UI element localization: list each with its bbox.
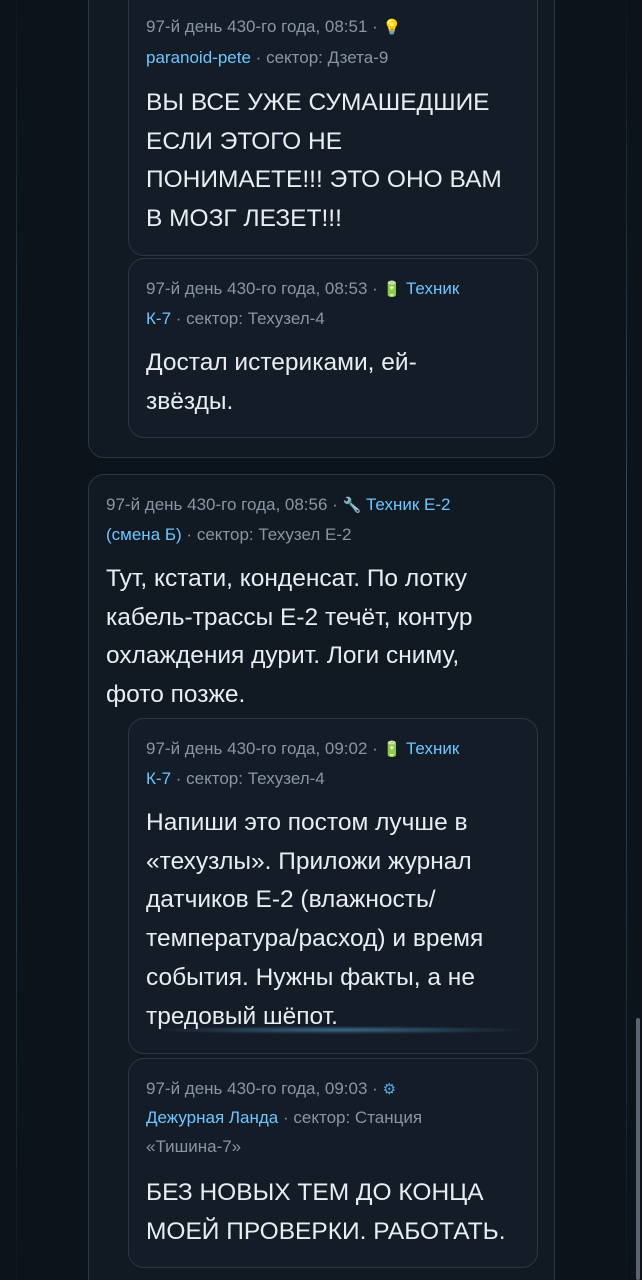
- comment-date[interactable]: 97-й день 430-го года, 08:53: [146, 279, 367, 298]
- comment-meta: 97-й день 430-го года, 09:03 · ⚙: [146, 1074, 396, 1105]
- author-sector: сектор: Техузел Е-2: [196, 525, 352, 544]
- author-link-cont[interactable]: К-7: [146, 309, 171, 328]
- comment-body: Достал истериками, ей- звёзды.: [146, 349, 417, 415]
- comment-body: Тут, кстати, конденсат. По лотку кабель-…: [106, 565, 473, 709]
- comment-meta: paranoid-pete · сектор: Дзета-9: [146, 48, 389, 67]
- comment-meta: К-7 · сектор: Техузел-4: [146, 309, 325, 328]
- comment-date[interactable]: 97-й день 430-го года, 08:56: [106, 495, 327, 514]
- comment-date[interactable]: 97-й день 430-го года, 09:02: [146, 739, 367, 758]
- comment-meta: 97-й день 430-го года, 09:02 · 🔋 Техник: [146, 734, 459, 765]
- comment-date[interactable]: 97-й день 430-го года, 08:51: [146, 17, 367, 36]
- battery-icon: 🔋: [382, 741, 402, 758]
- thread-edge-right: [626, 0, 627, 1280]
- comment-meta: 97-й день 430-го года, 08:53 · 🔋 Техник: [146, 274, 459, 305]
- author-link[interactable]: paranoid-pete: [146, 48, 251, 67]
- author-sector: сектор: Дзета-9: [266, 48, 389, 67]
- comment-body: ВЫ ВСЕ УЖЕ СУМАШЕДШИЕ ЕСЛИ ЭТОГО НЕ ПОНИ…: [146, 89, 502, 233]
- author-link[interactable]: Техник Е-2: [366, 495, 451, 514]
- author-link[interactable]: Техник: [406, 279, 459, 298]
- author-link[interactable]: Дежурная Ланда: [146, 1108, 278, 1127]
- author-link-cont[interactable]: К-7: [146, 769, 171, 788]
- comment-date[interactable]: 97-й день 430-го года, 09:03: [146, 1079, 367, 1098]
- comment-meta: «Тишина-7»: [146, 1132, 241, 1162]
- comment-meta: Дежурная Ланда · сектор: Станция: [146, 1108, 423, 1127]
- comment-meta: 97-й день 430-го года, 08:56 · 🔧 Техник …: [106, 490, 451, 521]
- comment-body: Напиши это постом лучше в «техузлы». При…: [146, 809, 484, 1030]
- comment-meta: К-7 · сектор: Техузел-4: [146, 769, 325, 788]
- comment-meta: 97-й день 430-го года, 08:51 · 💡: [146, 12, 401, 43]
- author-link[interactable]: Техник: [406, 739, 459, 758]
- lightbulb-icon: 💡: [382, 19, 402, 36]
- scrollbar-thumb[interactable]: [636, 1018, 640, 1280]
- collapse-glow: [160, 1026, 520, 1034]
- author-link-cont[interactable]: (смена Б): [106, 525, 182, 544]
- gear-icon: ⚙: [382, 1081, 397, 1098]
- author-sector: сектор: Техузел-4: [186, 769, 325, 788]
- author-sector: сектор: Техузел-4: [186, 309, 325, 328]
- wrench-icon: 🔧: [342, 497, 362, 514]
- author-sector: сектор: Станция: [293, 1108, 423, 1127]
- battery-icon: 🔋: [382, 281, 402, 298]
- author-sector-cont: «Тишина-7»: [146, 1137, 242, 1156]
- thread-edge-left: [16, 0, 17, 1280]
- comment-body: БЕЗ НОВЫХ ТЕМ ДО КОНЦА МОЕЙ ПРОВЕРКИ. РА…: [146, 1179, 506, 1245]
- comment-meta: (смена Б) · сектор: Техузел Е-2: [106, 525, 352, 544]
